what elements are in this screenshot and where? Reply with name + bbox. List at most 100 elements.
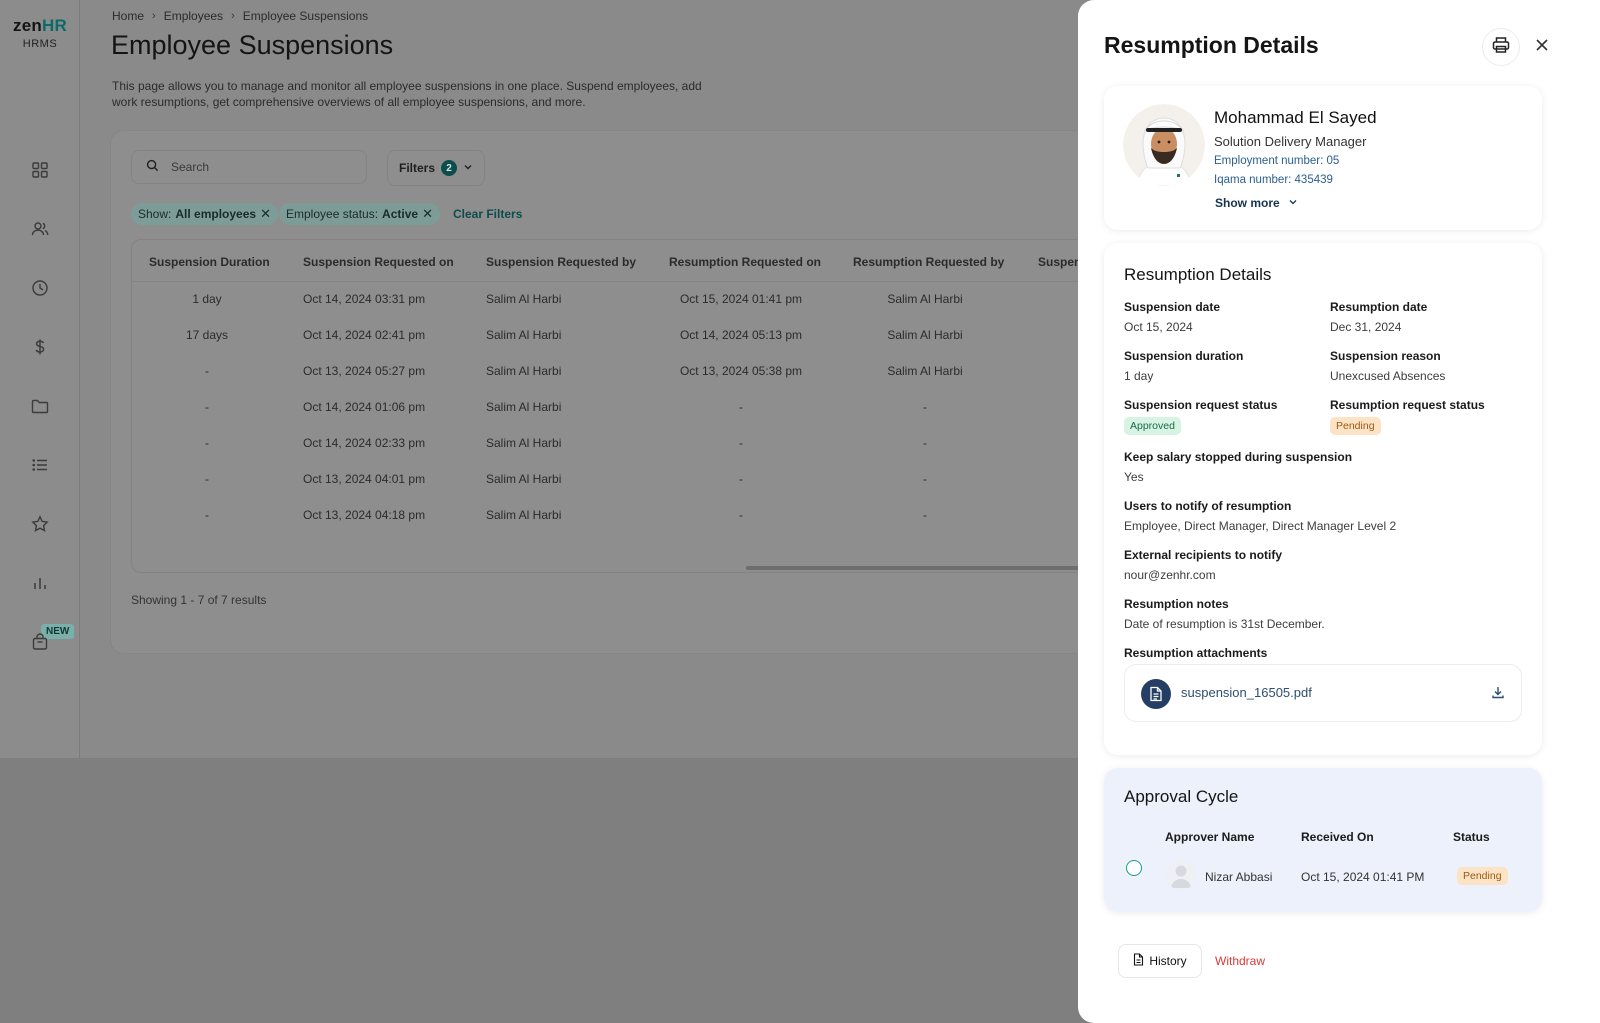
chevron-right-icon: › xyxy=(231,10,235,22)
approver-radio[interactable] xyxy=(1126,860,1142,876)
table-row[interactable]: 17 days Oct 14, 2024 02:41 pm Salim Al Har… xyxy=(132,318,1110,354)
show-more-label: Show more xyxy=(1215,196,1280,210)
table-cell: 1 day xyxy=(192,292,222,306)
logo-subtitle: HRMS xyxy=(22,38,58,50)
clear-filters-link[interactable]: Clear Filters xyxy=(453,207,522,221)
column-header[interactable]: Suspen xyxy=(1038,255,1081,269)
table-cell: Oct 14, 2024 01:06 pm xyxy=(303,400,426,414)
show-more-button[interactable]: Show more xyxy=(1215,196,1298,210)
table-row[interactable]: - Oct 13, 2024 04:18 pm Salim Al Harbi - - xyxy=(132,498,1110,534)
resumption-notes-value: Date of resumption is 31st December. xyxy=(1124,617,1325,631)
remove-chip-icon[interactable]: ✕ xyxy=(260,206,271,222)
search-icon xyxy=(146,159,159,175)
search-input[interactable]: Search xyxy=(131,150,367,184)
print-button[interactable] xyxy=(1482,28,1520,66)
table-cell: Salim Al Harbi xyxy=(486,436,562,450)
results-count: Showing 1 - 7 of 7 results xyxy=(131,593,267,607)
resumption-date-label: Resumption date xyxy=(1330,300,1428,314)
table-row[interactable]: 1 day Oct 14, 2024 03:31 pm Salim Al Harbi… xyxy=(132,282,1110,318)
suspension-date-value: Oct 15, 2024 xyxy=(1124,320,1193,334)
breadcrumb-employees[interactable]: Employees xyxy=(164,9,223,23)
status-badge: Pending xyxy=(1330,417,1381,435)
table-cell: - xyxy=(739,508,743,522)
status-badge: Approved xyxy=(1124,417,1181,435)
table-cell: - xyxy=(739,400,743,414)
table-cell: Salim Al Harbi xyxy=(887,292,963,306)
bag-icon[interactable] xyxy=(30,632,50,652)
clock-icon[interactable] xyxy=(30,278,50,298)
avatar xyxy=(1166,860,1196,890)
remove-chip-icon[interactable]: ✕ xyxy=(422,206,433,222)
table-header: Suspension Duration Suspension Requested… xyxy=(132,240,1110,282)
suspension-reason-label: Suspension reason xyxy=(1330,349,1441,363)
dashboard-icon[interactable] xyxy=(30,160,50,180)
notify-users-value: Employee, Direct Manager, Direct Manager… xyxy=(1124,519,1397,533)
table-cell: Salim Al Harbi xyxy=(486,364,562,378)
table-cell: - xyxy=(205,472,209,486)
table-cell: - xyxy=(923,436,927,450)
filter-chip-status[interactable]: Employee status: Active ✕ xyxy=(279,203,440,225)
external-recipients-value: nour@zenhr.com xyxy=(1124,568,1216,582)
column-header[interactable]: Suspension Requested on xyxy=(303,255,454,269)
dollar-icon[interactable] xyxy=(30,337,50,357)
list-icon[interactable] xyxy=(30,455,50,475)
table-cell: Oct 14, 2024 02:41 pm xyxy=(303,328,426,342)
sidebar: zenHR HRMS NEW xyxy=(0,0,80,758)
resumption-details-drawer: Resumption Details Mohammad El Sayed Sol… xyxy=(1078,0,1600,1023)
bar-chart-icon[interactable] xyxy=(30,573,50,593)
history-button[interactable]: History xyxy=(1118,944,1202,978)
suspension-reason-value: Unexcused Absences xyxy=(1330,369,1446,383)
suspension-date-label: Suspension date xyxy=(1124,300,1221,314)
download-icon[interactable] xyxy=(1491,685,1505,704)
table-cell: Oct 14, 2024 05:13 pm xyxy=(679,328,803,342)
close-button[interactable] xyxy=(1530,34,1554,58)
table-cell: - xyxy=(205,508,209,522)
table-cell: Oct 15, 2024 01:41 pm xyxy=(679,292,803,306)
suspensions-table: Suspension Duration Suspension Requested… xyxy=(131,239,1111,573)
column-header[interactable]: Resumption Requested by xyxy=(853,255,1004,269)
table-row[interactable]: - Oct 13, 2024 05:27 pm Salim Al Harbi Oct … xyxy=(132,354,1110,390)
people-icon[interactable] xyxy=(30,219,50,239)
page-title: Employee Suspensions xyxy=(111,30,394,60)
suspension-duration-value: 1 day xyxy=(1124,369,1154,383)
column-header[interactable]: Suspension Duration xyxy=(149,255,270,269)
attachment-item[interactable]: suspension_16505.pdf xyxy=(1124,664,1522,722)
search-placeholder: Search xyxy=(171,160,210,174)
filters-button[interactable]: Filters 2 xyxy=(387,150,485,186)
attachment-name[interactable]: suspension_16505.pdf xyxy=(1181,685,1312,700)
horizontal-scrollbar[interactable] xyxy=(746,566,1110,570)
folder-icon[interactable] xyxy=(30,396,50,416)
table-row[interactable]: - Oct 14, 2024 02:33 pm Salim Al Harbi - - xyxy=(132,426,1110,462)
table-cell: - xyxy=(923,508,927,522)
external-recipients-label: External recipients to notify xyxy=(1124,548,1283,562)
suspension-status-label: Suspension request status xyxy=(1124,398,1278,412)
chevron-down-icon xyxy=(1288,196,1298,210)
withdraw-button[interactable]: Withdraw xyxy=(1215,954,1265,968)
breadcrumb-home[interactable]: Home xyxy=(112,9,144,23)
filter-chip-show[interactable]: Show: All employees ✕ xyxy=(131,203,278,225)
chevron-down-icon xyxy=(463,161,473,175)
table-cell: Salim Al Harbi xyxy=(486,400,562,414)
resumption-date-value: Dec 31, 2024 xyxy=(1330,320,1402,334)
employee-role: Solution Delivery Manager xyxy=(1214,134,1367,149)
table-cell: Oct 13, 2024 04:18 pm xyxy=(303,508,426,522)
suspension-duration-label: Suspension duration xyxy=(1124,349,1244,363)
table-cell: - xyxy=(205,364,209,378)
breadcrumb-current: Employee Suspensions xyxy=(242,9,369,23)
column-header[interactable]: Suspension Requested by xyxy=(486,255,636,269)
chip-value: All employees xyxy=(175,207,257,221)
table-cell: Oct 14, 2024 02:33 pm xyxy=(303,436,426,450)
document-icon xyxy=(1141,679,1171,709)
star-icon[interactable] xyxy=(30,514,50,534)
column-header[interactable]: Resumption Requested on xyxy=(669,255,821,269)
employment-number: Employment number: 05 xyxy=(1214,155,1340,167)
table-row[interactable]: - Oct 14, 2024 01:06 pm Salim Al Harbi - - xyxy=(132,390,1110,426)
resumption-details-card: Resumption Details Suspension date Oct 1… xyxy=(1104,243,1542,755)
table-cell: - xyxy=(739,472,743,486)
logo[interactable]: zenHR HRMS xyxy=(10,16,70,50)
table-cell: Salim Al Harbi xyxy=(486,292,562,306)
section-title: Resumption Details xyxy=(1124,265,1272,284)
attachments-label: Resumption attachments xyxy=(1124,646,1268,660)
table-row[interactable]: - Oct 13, 2024 04:01 pm Salim Al Harbi - - xyxy=(132,462,1110,498)
page-description: This page allows you to manage and monit… xyxy=(112,79,702,109)
